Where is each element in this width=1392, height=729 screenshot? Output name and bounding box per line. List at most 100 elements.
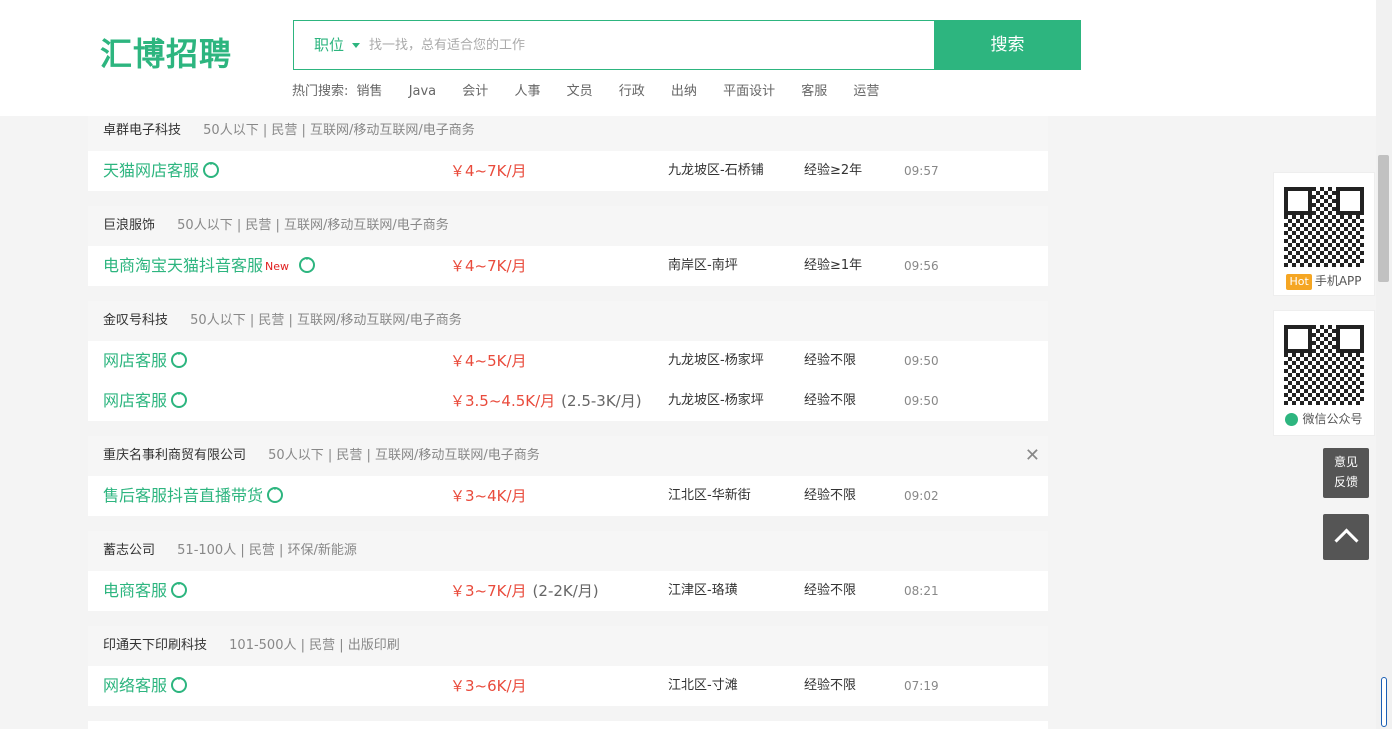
- job-title[interactable]: 电商客服: [103, 581, 167, 600]
- company-header: 重庆名事利商贸有限公司 50人以下 | 民营 | 互联网/移动互联网/电子商务 …: [88, 436, 1048, 476]
- job-row[interactable]: 网店客服 ￥3.5~4.5K/月 (2.5-3K/月) 九龙坡区-杨家坪 经验不限…: [88, 381, 1048, 421]
- close-icon[interactable]: ✕: [1025, 436, 1040, 476]
- company-header: 印通天下印刷科技 101-500人 | 民营 | 出版印刷: [88, 626, 1048, 666]
- company-name[interactable]: 印通天下印刷科技: [103, 638, 207, 653]
- new-badge: New: [265, 259, 290, 273]
- job-title[interactable]: 天猫网店客服: [103, 161, 199, 180]
- company-card: [88, 721, 1048, 729]
- company-card: 金叹号科技 50人以下 | 民营 | 互联网/移动互联网/电子商务 网店客服 ￥…: [88, 301, 1048, 421]
- job-title-link[interactable]: 电商客服: [103, 571, 188, 611]
- hot-search-item[interactable]: 出纳: [671, 84, 697, 99]
- job-title[interactable]: 网店客服: [103, 391, 167, 410]
- chat-icon[interactable]: [267, 476, 284, 506]
- job-experience: 经验不限: [804, 678, 857, 693]
- job-experience: 经验不限: [804, 353, 857, 368]
- job-title[interactable]: 网店客服: [103, 351, 167, 370]
- wechat-label: 微信公众号: [1302, 412, 1363, 426]
- job-title-link[interactable]: 电商淘宝天猫抖音客服 New: [103, 246, 316, 287]
- job-title-link[interactable]: 网络客服: [103, 666, 188, 706]
- job-experience: 经验≥2年: [804, 163, 863, 178]
- job-location: 九龙坡区-杨家坪: [668, 353, 764, 368]
- job-location: 南岸区-南坪: [668, 258, 738, 273]
- job-salary: ￥3.5~4.5K/月 (2.5-3K/月): [450, 381, 642, 421]
- company-header: 金叹号科技 50人以下 | 民营 | 互联网/移动互联网/电子商务: [88, 301, 1048, 341]
- hot-search-item[interactable]: 文员: [567, 84, 593, 99]
- hot-search-item[interactable]: 行政: [619, 84, 645, 99]
- hot-search-item[interactable]: 平面设计: [723, 84, 775, 99]
- job-row[interactable]: 电商淘宝天猫抖音客服New ￥4~7K/月 南岸区-南坪 经验≥1年 09:56: [88, 246, 1048, 286]
- company-info: 50人以下 | 民营 | 互联网/移动互联网/电子商务: [177, 218, 449, 233]
- job-location: 江北区-寸滩: [668, 678, 738, 693]
- salary-sub: (2.5-3K/月): [561, 392, 642, 410]
- app-qr-label: Hot 手机APP: [1274, 273, 1374, 290]
- chat-icon[interactable]: [171, 571, 188, 601]
- chat-icon[interactable]: [171, 666, 188, 696]
- hot-search-item[interactable]: 客服: [801, 84, 827, 99]
- job-title-link[interactable]: 售后客服抖音直播带货: [103, 476, 284, 516]
- back-to-top-button[interactable]: [1323, 514, 1369, 560]
- company-info: 101-500人 | 民营 | 出版印刷: [229, 638, 400, 653]
- hot-search-item[interactable]: 会计: [462, 84, 488, 99]
- salary-sub: (2-2K/月): [532, 582, 599, 600]
- company-info: 51-100人 | 民营 | 环保/新能源: [177, 543, 357, 558]
- job-row[interactable]: 售后客服抖音直播带货 ￥3~4K/月 江北区-华新街 经验不限 09:02: [88, 476, 1048, 516]
- chat-icon[interactable]: [171, 381, 188, 411]
- job-experience: 经验≥1年: [804, 258, 863, 273]
- job-location: 江津区-珞璜: [668, 583, 738, 598]
- job-title-link[interactable]: 网店客服: [103, 341, 188, 381]
- company-header: 巨浪服饰 50人以下 | 民营 | 互联网/移动互联网/电子商务: [88, 206, 1048, 246]
- hot-search-label: 热门搜索:: [292, 84, 349, 99]
- chat-icon[interactable]: [203, 151, 220, 181]
- job-salary: ￥3~7K/月 (2-2K/月): [450, 571, 599, 611]
- search-input[interactable]: [369, 21, 929, 69]
- feedback-button[interactable]: 意见 反馈: [1323, 448, 1369, 498]
- job-title[interactable]: 网络客服: [103, 676, 167, 695]
- job-location: 九龙坡区-石桥铺: [668, 163, 764, 178]
- job-experience: 经验不限: [804, 488, 857, 503]
- site-logo[interactable]: 汇博招聘: [100, 30, 232, 78]
- scrollbar-thumb[interactable]: [1378, 155, 1389, 282]
- company-name[interactable]: 重庆名事利商贸有限公司: [103, 448, 246, 463]
- app-label: 手机APP: [1314, 274, 1362, 288]
- company-card: 重庆名事利商贸有限公司 50人以下 | 民营 | 互联网/移动互联网/电子商务 …: [88, 436, 1048, 516]
- hot-search-item[interactable]: Java: [409, 84, 436, 99]
- job-location: 九龙坡区-杨家坪: [668, 393, 764, 408]
- app-qr-card[interactable]: Hot 手机APP: [1273, 172, 1375, 296]
- job-title[interactable]: 电商淘宝天猫抖音客服: [103, 256, 263, 275]
- job-title-link[interactable]: 网店客服: [103, 381, 188, 421]
- hot-search-item[interactable]: 销售: [357, 84, 383, 99]
- salary-value: ￥3~4K/月: [450, 487, 527, 505]
- job-salary: ￥3~6K/月: [450, 666, 527, 706]
- search-category-label: 职位: [314, 36, 345, 54]
- job-row[interactable]: 天猫网店客服 ￥4~7K/月 九龙坡区-石桥铺 经验≥2年 09:57: [88, 151, 1048, 191]
- company-name[interactable]: 巨浪服饰: [103, 218, 155, 233]
- wechat-qr-card[interactable]: 微信公众号: [1273, 310, 1375, 436]
- job-time: 08:21: [904, 584, 939, 598]
- caret-down-icon: [352, 43, 361, 48]
- job-time: 09:57: [904, 164, 939, 178]
- salary-value: ￥4~5K/月: [450, 352, 527, 370]
- company-name[interactable]: 金叹号科技: [103, 313, 168, 328]
- page-scrollbar[interactable]: [1376, 0, 1392, 729]
- job-time: 09:50: [904, 394, 939, 408]
- job-title[interactable]: 售后客服抖音直播带货: [103, 486, 263, 505]
- hot-search-item[interactable]: 运营: [853, 84, 879, 99]
- job-salary: ￥3~4K/月: [450, 476, 527, 516]
- company-name[interactable]: 蓄志公司: [103, 543, 155, 558]
- search-category-select[interactable]: 职位: [314, 21, 361, 69]
- search-bar: 职位 搜索: [293, 20, 1081, 70]
- company-card: 印通天下印刷科技 101-500人 | 民营 | 出版印刷 网络客服 ￥3~6K…: [88, 626, 1048, 706]
- job-salary: ￥4~7K/月: [450, 246, 527, 286]
- search-button[interactable]: 搜索: [934, 20, 1081, 70]
- hot-search-item[interactable]: 人事: [514, 84, 540, 99]
- chat-icon[interactable]: [171, 341, 188, 371]
- job-title-link[interactable]: 天猫网店客服: [103, 151, 220, 191]
- job-row[interactable]: 网络客服 ￥3~6K/月 江北区-寸滩 经验不限 07:19: [88, 666, 1048, 706]
- chat-icon[interactable]: [299, 246, 316, 276]
- job-experience: 经验不限: [804, 393, 857, 408]
- job-row[interactable]: 电商客服 ￥3~7K/月 (2-2K/月) 江津区-珞璜 经验不限 08:21: [88, 571, 1048, 611]
- job-time: 09:50: [904, 354, 939, 368]
- job-row[interactable]: 网店客服 ￥4~5K/月 九龙坡区-杨家坪 经验不限 09:50: [88, 341, 1048, 381]
- company-name[interactable]: 卓群电子科技: [103, 123, 181, 138]
- company-info: 50人以下 | 民营 | 互联网/移动互联网/电子商务: [203, 123, 475, 138]
